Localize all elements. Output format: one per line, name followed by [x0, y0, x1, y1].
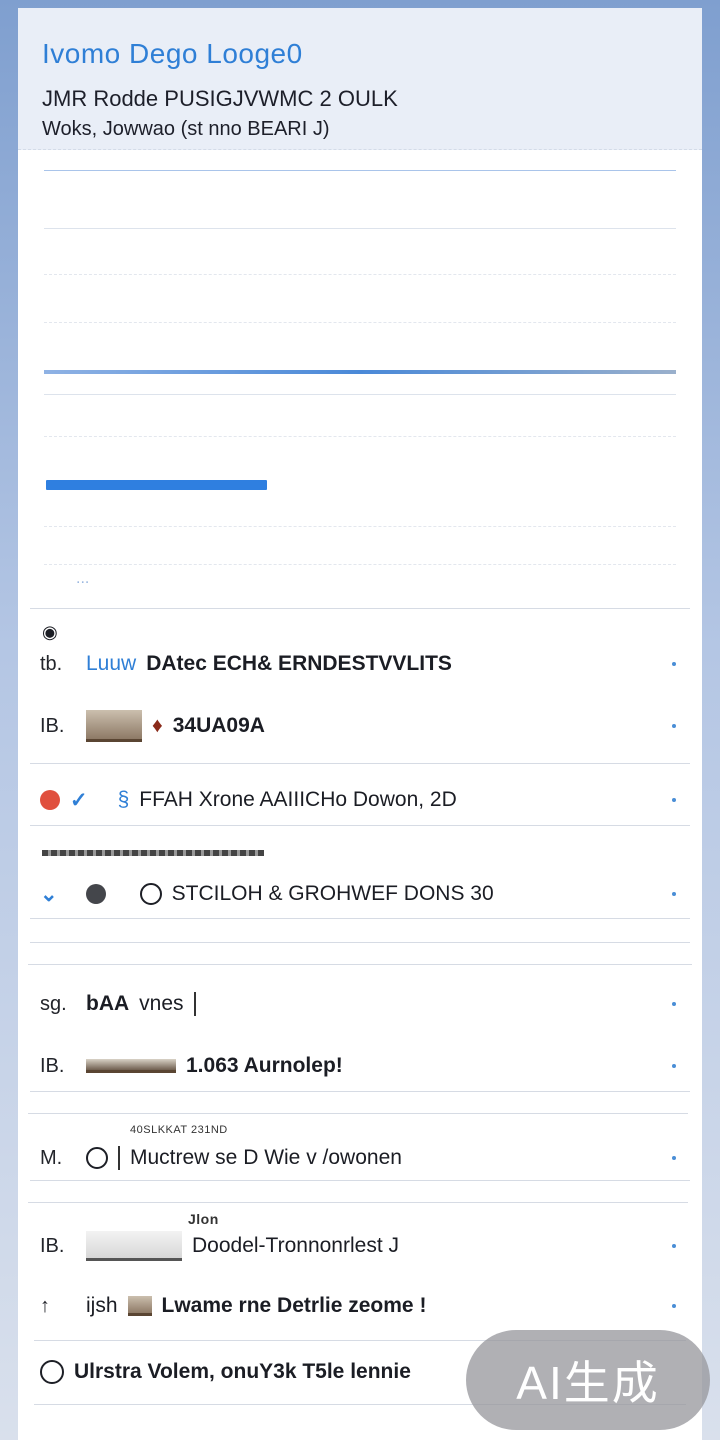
list-item[interactable]: ↑ ijsh Lwame rne Detrlie zeome ! — [40, 1286, 682, 1326]
list-item[interactable]: tb. Luuw DAtec ECH& ERNDESTVVLITS — [40, 644, 682, 684]
divider — [30, 1091, 690, 1092]
list-item[interactable]: IB. 1.063 Aurnolep! — [40, 1046, 682, 1086]
highlight-divider — [44, 370, 676, 374]
thumbnail-image — [86, 1059, 176, 1073]
item-text: bAA — [86, 992, 130, 1015]
item-text: Ulrstra Volem, onuY3k T5le lennie — [74, 1360, 411, 1383]
divider — [44, 394, 676, 395]
more-icon[interactable] — [672, 724, 676, 728]
divider — [30, 942, 690, 943]
divider — [30, 608, 690, 609]
section-divider — [28, 1113, 688, 1114]
more-icon[interactable] — [672, 1002, 676, 1006]
divider — [44, 322, 676, 323]
pin-icon: ♦ — [152, 714, 163, 737]
divider — [30, 1180, 690, 1181]
item-index: tb. — [40, 652, 63, 675]
section-divider — [28, 1202, 688, 1203]
more-icon[interactable] — [672, 798, 676, 802]
eye-icon: ◉ — [42, 622, 58, 642]
header-caption: Woks, Jowwao (st nno BEARI J) — [42, 118, 330, 140]
item-index: sg. — [40, 992, 67, 1015]
item-index: IB. — [40, 1054, 65, 1077]
item-text: 34UA09A — [172, 714, 265, 737]
thumbnail-image — [86, 710, 142, 742]
section-divider — [28, 964, 692, 965]
divider — [30, 763, 690, 764]
divider — [44, 170, 676, 171]
item-text: FFAH Xrone AAIIICHo Dowon, 2D — [139, 788, 457, 811]
item-text: Doodel-Tronnonrlest J — [192, 1234, 399, 1257]
item-index: IB. — [40, 714, 65, 737]
loading-label: ... — [76, 570, 90, 587]
more-icon[interactable] — [672, 1156, 676, 1160]
item-prefix: ijsh — [86, 1294, 118, 1317]
sync-icon: § — [117, 788, 130, 811]
more-icon[interactable] — [672, 662, 676, 666]
item-text: Lwame rne Detrlie zeome ! — [161, 1294, 427, 1317]
item-text: DAtec ECH& ERNDESTVVLITS — [146, 652, 452, 675]
app-panel: Ivomo Dego Looge0 JMR Rodde PUSIGJVWMC 2… — [18, 8, 702, 1440]
ai-generated-watermark: AI生成 — [466, 1330, 710, 1430]
item-text: 1.063 Aurnolep! — [186, 1054, 343, 1077]
header-subtitle: JMR Rodde PUSIGJVWMC 2 OULK — [42, 86, 398, 111]
text-cursor — [193, 992, 196, 1016]
divider — [44, 436, 676, 437]
progress-fill — [46, 480, 267, 490]
list-item[interactable]: IB. Doodel-Tronnonrlest J — [40, 1226, 682, 1266]
chevron-icon: ⌄ — [40, 882, 58, 906]
divider — [30, 918, 690, 919]
list-item[interactable]: sg. bAA vnes — [40, 984, 682, 1024]
list-item[interactable]: ⌄ STCILOH & GROHWEF DONS 30 — [40, 874, 682, 914]
more-icon[interactable] — [672, 1304, 676, 1308]
caption-bar — [42, 850, 264, 856]
divider — [44, 564, 676, 565]
item-link[interactable]: Luuw — [86, 652, 136, 676]
list-item[interactable]: IB. ♦ 34UA09A — [40, 706, 682, 746]
item-index: M. — [40, 1146, 63, 1169]
divider — [44, 274, 676, 275]
item-text: STCILOH & GROHWEF DONS 30 — [171, 882, 494, 905]
clock-icon — [86, 1147, 108, 1169]
item-tag: Jlon — [188, 1211, 219, 1227]
page-title: Ivomo Dego Looge0 — [42, 38, 303, 69]
list-item[interactable]: ✓ § FFAH Xrone AAIIICHo Dowon, 2D — [40, 780, 682, 820]
more-icon[interactable] — [672, 1244, 676, 1248]
more-icon[interactable] — [672, 1064, 676, 1068]
more-icon[interactable] — [672, 892, 676, 896]
checkmark-icon: ✓ — [70, 788, 88, 812]
header: Ivomo Dego Looge0 JMR Rodde PUSIGJVWMC 2… — [18, 8, 702, 150]
block-icon — [40, 1360, 64, 1384]
record-icon — [85, 884, 106, 904]
timer-icon — [139, 883, 162, 905]
item-hint: 40SLKKAT 231ND — [130, 1124, 228, 1136]
item-index: ↑ — [40, 1294, 50, 1317]
loading-skeleton: ... — [18, 150, 702, 608]
thumbnail-image — [86, 1231, 182, 1261]
item-text: Muctrew se D Wie v /owonen — [130, 1146, 402, 1169]
divider — [44, 526, 676, 527]
item-suffix: vnes — [139, 992, 184, 1015]
folder-icon — [127, 1296, 152, 1316]
divider — [30, 825, 690, 826]
alert-icon — [40, 790, 60, 810]
item-index: IB. — [40, 1234, 65, 1257]
progress-bar — [46, 480, 676, 490]
list-item[interactable]: M. Muctrew se D Wie v /owonen — [40, 1138, 682, 1178]
divider — [44, 228, 676, 229]
text-cursor — [118, 1146, 120, 1170]
